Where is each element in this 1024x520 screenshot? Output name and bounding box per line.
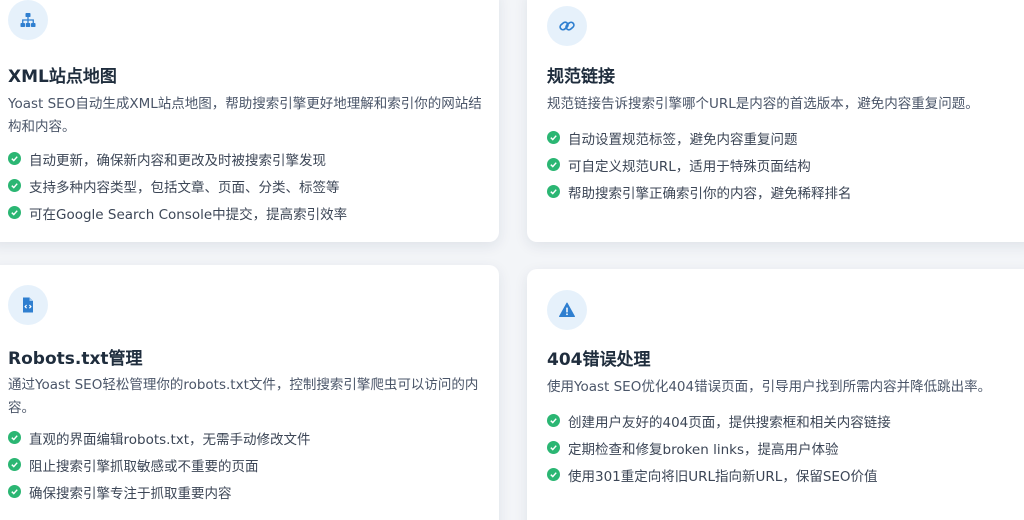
feature-text: 定期检查和修复broken links，提高用户体验 [568,441,839,458]
feature-text: 使用301重定向将旧URL指向新URL，保留SEO价值 [568,468,878,485]
card-description: 使用Yoast SEO优化404错误页面，引导用户找到所需内容并降低跳出率。 [547,379,992,395]
check-circle-icon [547,158,560,171]
check-circle-icon [8,179,21,192]
feature-item: 创建用户友好的404页面，提供搜索框和相关内容链接 [547,407,891,434]
card-title: 404错误处理 [547,350,651,370]
feature-item: 帮助搜索引擎正确索引你的内容，避免稀释排名 [547,178,852,205]
feature-text: 自动更新，确保新内容和更改及时被搜索引擎发现 [29,152,326,169]
link-icon [547,6,587,46]
feature-item: 阻止搜索引擎抓取敏感或不重要的页面 [8,451,311,478]
feature-card-404-handling: 404错误处理 使用Yoast SEO优化404错误页面，引导用户找到所需内容并… [527,269,1024,520]
card-title: Robots.txt管理 [8,349,143,369]
feature-list: 自动更新，确保新内容和更改及时被搜索引擎发现 支持多种内容类型，包括文章、页面、… [8,145,347,226]
card-title: 规范链接 [547,67,615,87]
code-file-icon [8,285,48,325]
feature-item: 可在Google Search Console中提交，提高索引效率 [8,199,347,226]
check-circle-icon [547,468,560,481]
feature-list: 创建用户友好的404页面，提供搜索框和相关内容链接 定期检查和修复broken … [547,407,891,488]
card-description: 规范链接告诉搜索引擎哪个URL是内容的首选版本，避免内容重复问题。 [547,96,979,112]
check-circle-icon [8,206,21,219]
feature-item: 自动更新，确保新内容和更改及时被搜索引擎发现 [8,145,347,172]
card-description: 通过Yoast SEO轻松管理你的robots.txt文件，控制搜索引擎爬虫可以… [8,377,479,416]
feature-item: 可自定义规范URL，适用于特殊页面结构 [547,151,852,178]
feature-text: 直观的界面编辑robots.txt，无需手动修改文件 [29,431,311,448]
card-description: Yoast SEO自动生成XML站点地图，帮助搜索引擎更好地理解和索引你的网站结… [8,96,482,135]
feature-text: 可自定义规范URL，适用于特殊页面结构 [568,158,811,175]
feature-item: 定期检查和修复broken links，提高用户体验 [547,434,891,461]
feature-item: 直观的界面编辑robots.txt，无需手动修改文件 [8,424,311,451]
check-circle-icon [547,414,560,427]
check-circle-icon [547,441,560,454]
feature-card-canonical-links: 规范链接 规范链接告诉搜索引擎哪个URL是内容的首选版本，避免内容重复问题。 自… [527,0,1024,242]
feature-item: 自动设置规范标签，避免内容重复问题 [547,124,852,151]
check-circle-icon [8,485,21,498]
check-circle-icon [8,458,21,471]
features-grid: XML站点地图 Yoast SEO自动生成XML站点地图，帮助搜索引擎更好地理解… [0,0,1024,520]
feature-text: 创建用户友好的404页面，提供搜索框和相关内容链接 [568,414,891,431]
feature-item: 支持多种内容类型，包括文章、页面、分类、标签等 [8,172,347,199]
feature-card-xml-sitemap: XML站点地图 Yoast SEO自动生成XML站点地图，帮助搜索引擎更好地理解… [0,0,499,242]
feature-list: 直观的界面编辑robots.txt，无需手动修改文件 阻止搜索引擎抓取敏感或不重… [8,424,311,505]
feature-text: 帮助搜索引擎正确索引你的内容，避免稀释排名 [568,185,852,202]
feature-text: 阻止搜索引擎抓取敏感或不重要的页面 [29,458,259,475]
feature-item: 确保搜索引擎专注于抓取重要内容 [8,478,311,505]
card-title: XML站点地图 [8,67,117,87]
feature-text: 支持多种内容类型，包括文章、页面、分类、标签等 [29,179,340,196]
feature-text: 可在Google Search Console中提交，提高索引效率 [29,206,348,223]
sitemap-icon [8,0,48,40]
check-circle-icon [547,185,560,198]
feature-text: 确保搜索引擎专注于抓取重要内容 [29,485,232,502]
warning-icon [547,290,587,330]
feature-text: 自动设置规范标签，避免内容重复问题 [568,131,798,148]
check-circle-icon [8,152,21,165]
check-circle-icon [8,431,21,444]
feature-card-robots-txt: Robots.txt管理 通过Yoast SEO轻松管理你的robots.txt… [0,265,499,520]
feature-item: 使用301重定向将旧URL指向新URL，保留SEO价值 [547,461,891,488]
feature-list: 自动设置规范标签，避免内容重复问题 可自定义规范URL，适用于特殊页面结构 帮助… [547,124,852,205]
check-circle-icon [547,131,560,144]
